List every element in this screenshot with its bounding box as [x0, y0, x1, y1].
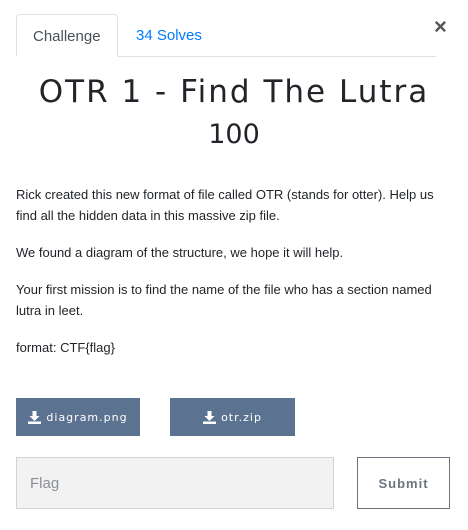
tab-bar: Challenge 34 Solves [16, 14, 436, 57]
description-paragraph: Your first mission is to find the name o… [16, 282, 432, 318]
flag-input[interactable] [16, 457, 334, 509]
download-diagram-label: diagram.png [46, 410, 128, 424]
download-icon [203, 410, 217, 424]
challenge-points: 100 [208, 119, 260, 150]
description-paragraph: format: CTF{flag} [16, 340, 115, 355]
download-otr-zip-button[interactable]: otr.zip [170, 398, 295, 436]
download-icon [28, 410, 42, 424]
description-paragraph: We found a diagram of the structure, we … [16, 245, 344, 260]
download-otr-zip-label: otr.zip [221, 410, 262, 424]
submit-button[interactable]: Submit [357, 457, 450, 509]
close-icon[interactable]: × [434, 14, 447, 40]
challenge-description: Rick created this new format of file cal… [16, 184, 452, 374]
download-diagram-button[interactable]: diagram.png [16, 398, 140, 436]
tab-challenge[interactable]: Challenge [16, 14, 118, 57]
challenge-title: OTR 1 - Find The Lutra [38, 74, 430, 110]
description-paragraph: Rick created this new format of file cal… [16, 187, 434, 223]
tab-solves[interactable]: 34 Solves [120, 14, 218, 57]
